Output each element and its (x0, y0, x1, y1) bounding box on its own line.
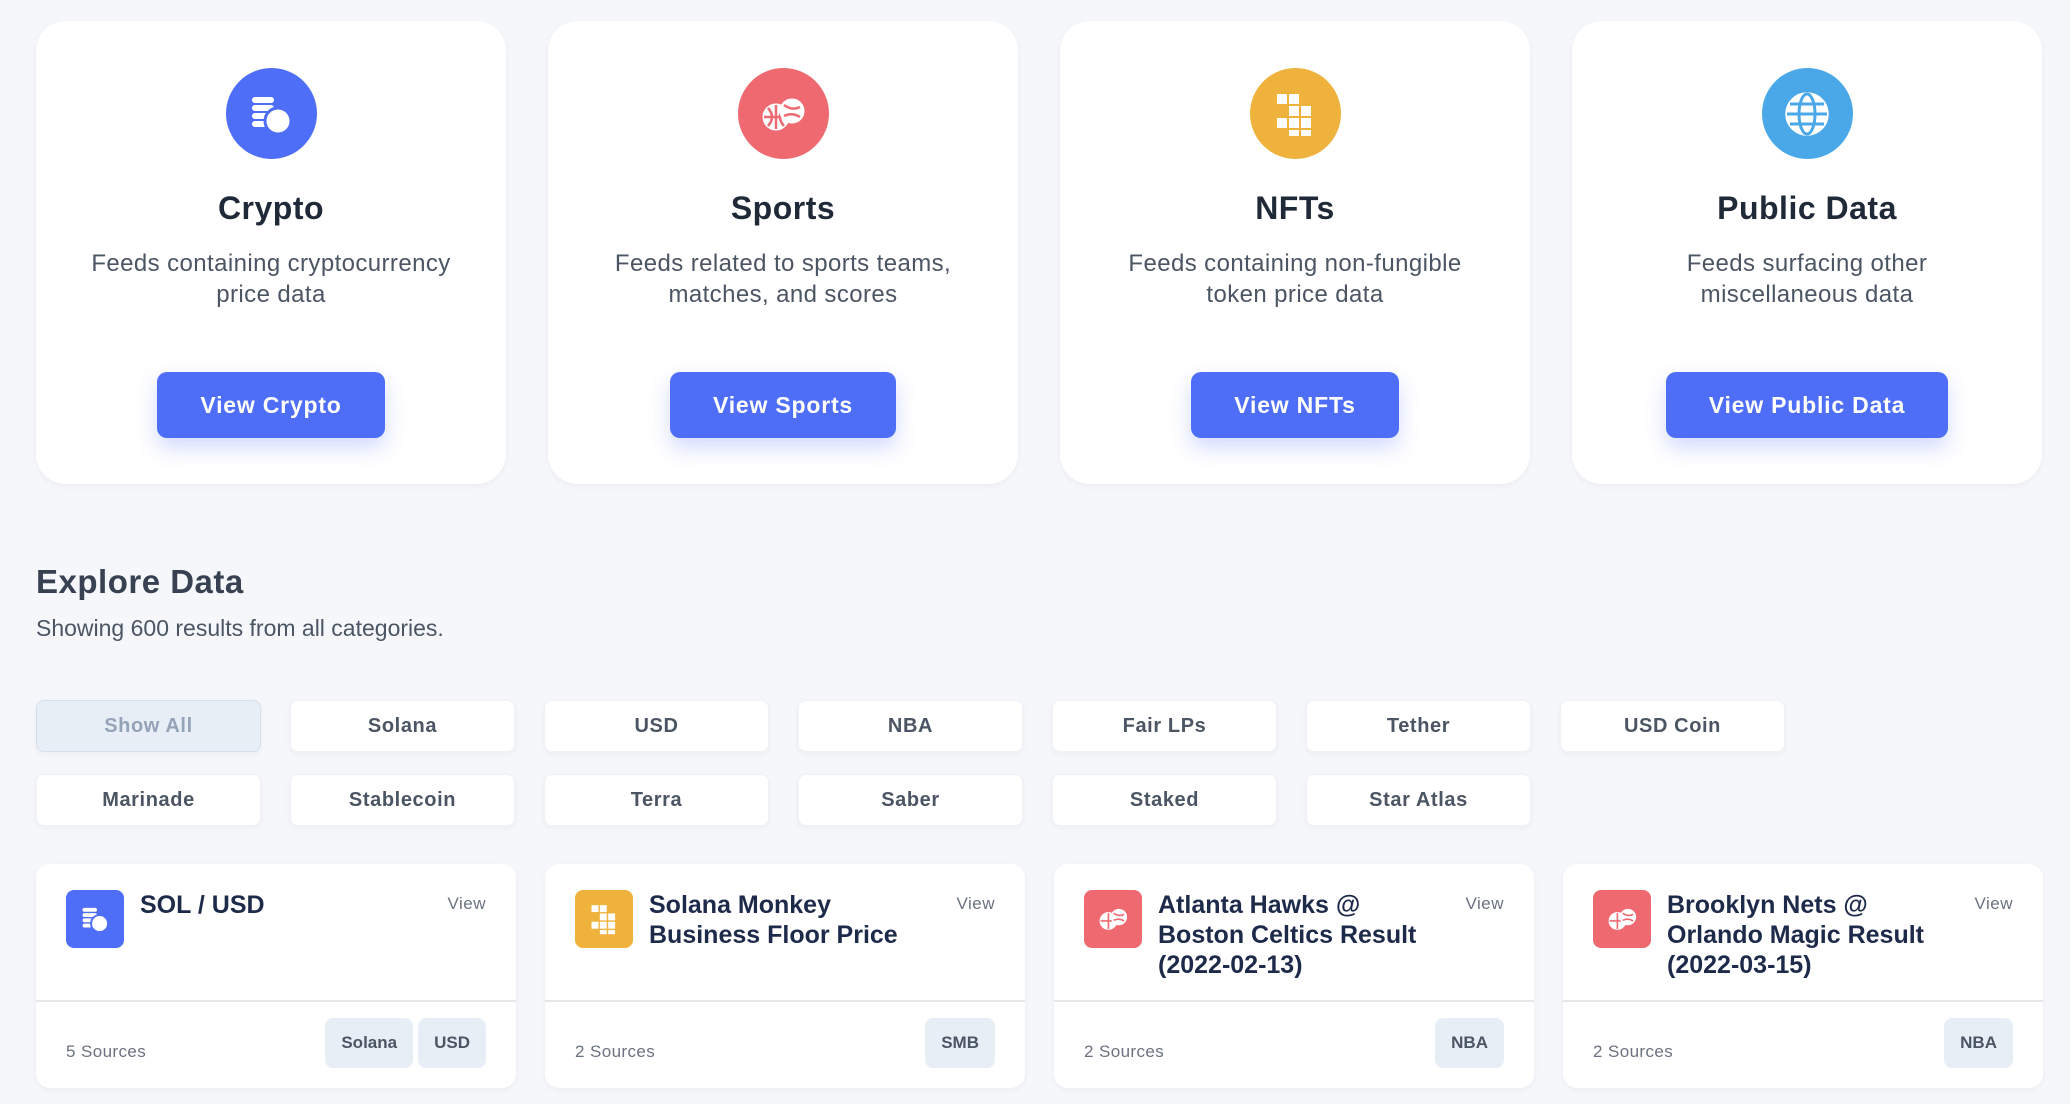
feed-view-link[interactable]: View (447, 894, 486, 914)
feed-sources: 2 Sources (1593, 1042, 1674, 1061)
globe-icon (1761, 68, 1853, 159)
filter-usd-coin[interactable]: USD Coin (1560, 700, 1785, 752)
filter-usd[interactable]: USD (544, 700, 769, 752)
filter-solana[interactable]: Solana (290, 700, 515, 752)
feed-sources: 2 Sources (1084, 1042, 1165, 1061)
filter-chips: Show All Solana USD NBA Fair LPs Tether … (36, 700, 1796, 826)
view-crypto-button[interactable]: View Crypto (157, 372, 385, 438)
category-title: Sports (730, 190, 836, 226)
view-sports-button[interactable]: View Sports (669, 372, 897, 438)
feed-tags: Solana USD (325, 1018, 486, 1068)
filter-star-atlas[interactable]: Star Atlas (1306, 774, 1531, 826)
feed-sources: 2 Sources (575, 1042, 656, 1061)
coins-icon (66, 890, 124, 948)
feed-view-link[interactable]: View (1465, 894, 1504, 914)
feed-title: Brooklyn Nets @ Orlando Magic Result (20… (1667, 891, 1924, 979)
category-cards: Crypto Feeds containing cryptocurrency p… (36, 21, 2042, 484)
category-description: Feeds containing non-fungible token pric… (1128, 250, 1462, 308)
feed-card[interactable]: Atlanta Hawks @ Boston Celtics Result (2… (1054, 864, 1534, 1088)
explore-title: Explore Data (36, 563, 244, 600)
page: Crypto Feeds containing cryptocurrency p… (0, 0, 2070, 1104)
category-description: Feeds surfacing other miscellaneous data (1686, 250, 1928, 308)
category-description: Feeds related to sports teams, matches, … (614, 250, 952, 308)
filter-fair-lps[interactable]: Fair LPs (1052, 700, 1277, 752)
feed-card[interactable]: Brooklyn Nets @ Orlando Magic Result (20… (1563, 864, 2043, 1088)
filter-saber[interactable]: Saber (798, 774, 1023, 826)
feed-view-link[interactable]: View (956, 894, 995, 914)
tag[interactable]: NBA (1944, 1018, 2013, 1068)
coins-icon (225, 68, 317, 159)
tag[interactable]: USD (418, 1018, 486, 1068)
feed-card[interactable]: Solana Monkey Business Floor Price View … (545, 864, 1025, 1088)
category-card-public-data: Public Data Feeds surfacing other miscel… (1572, 21, 2042, 484)
feed-tags: NBA (1944, 1018, 2013, 1068)
blocks-icon (1249, 68, 1341, 159)
divider (545, 1000, 1025, 1002)
sports-balls-icon (737, 68, 829, 159)
tag[interactable]: Solana (325, 1018, 414, 1068)
tag[interactable]: SMB (925, 1018, 995, 1068)
category-title: Public Data (1717, 190, 1897, 226)
sports-balls-icon (1084, 890, 1142, 948)
view-public-data-button[interactable]: View Public Data (1665, 372, 1949, 438)
category-card-sports: Sports Feeds related to sports teams, ma… (548, 21, 1018, 484)
divider (1563, 1000, 2043, 1002)
view-nfts-button[interactable]: View NFTs (1191, 372, 1399, 438)
filter-marinade[interactable]: Marinade (36, 774, 261, 826)
filter-show-all[interactable]: Show All (36, 700, 261, 752)
feed-title: SOL / USD (140, 891, 265, 919)
results-count: Showing 600 results from all categories. (36, 615, 444, 641)
feed-view-link[interactable]: View (1974, 894, 2013, 914)
category-title: NFTs (1255, 190, 1335, 226)
divider (36, 1000, 516, 1002)
filter-stablecoin[interactable]: Stablecoin (290, 774, 515, 826)
feed-tags: SMB (925, 1018, 995, 1068)
feed-title: Atlanta Hawks @ Boston Celtics Result (2… (1158, 891, 1417, 979)
filter-nba[interactable]: NBA (798, 700, 1023, 752)
category-title: Crypto (217, 190, 325, 226)
tag[interactable]: NBA (1435, 1018, 1504, 1068)
filter-staked[interactable]: Staked (1052, 774, 1277, 826)
feed-tags: NBA (1435, 1018, 1504, 1068)
divider (1054, 1000, 1534, 1002)
category-card-nfts: NFTs Feeds containing non-fungible token… (1060, 21, 1530, 484)
feed-card[interactable]: SOL / USD View 5 Sources Solana USD (36, 864, 516, 1088)
category-card-crypto: Crypto Feeds containing cryptocurrency p… (36, 21, 506, 484)
filter-tether[interactable]: Tether (1306, 700, 1531, 752)
sports-balls-icon (1593, 890, 1651, 948)
feed-sources: 5 Sources (66, 1042, 147, 1061)
category-description: Feeds containing cryptocurrency price da… (91, 250, 451, 308)
filter-terra[interactable]: Terra (544, 774, 769, 826)
blocks-icon (575, 890, 633, 948)
feed-title: Solana Monkey Business Floor Price (649, 891, 898, 949)
feed-list: SOL / USD View 5 Sources Solana USD Sola… (36, 864, 2043, 1088)
